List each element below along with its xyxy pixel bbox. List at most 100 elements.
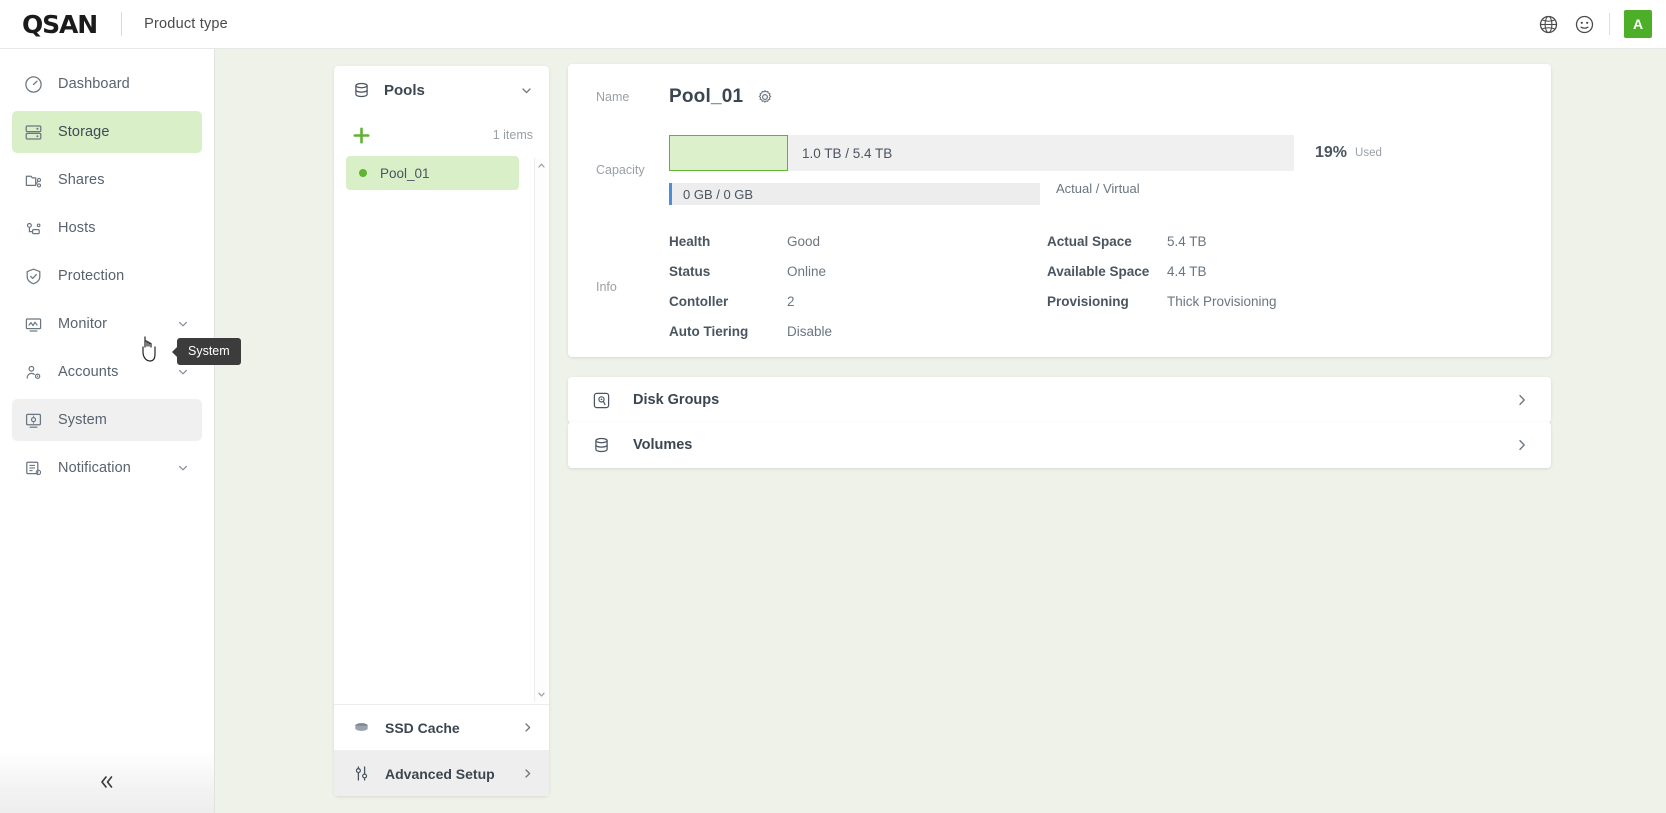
ssd-cache-row[interactable]: SSD Cache [334, 704, 549, 750]
qsan-logo: QSAN [22, 9, 98, 39]
disk-groups-section[interactable]: Disk Groups [568, 377, 1551, 423]
section-label: Disk Groups [633, 392, 720, 408]
list-item[interactable]: Pool_01 [346, 156, 519, 190]
name-label: Name [596, 90, 630, 104]
app-header: QSAN Product type A [0, 0, 1666, 49]
chevron-up-icon[interactable] [537, 158, 546, 173]
chevron-right-icon[interactable] [521, 721, 534, 734]
pools-items-count: 1 items [492, 128, 533, 142]
info-key: Health [669, 234, 711, 249]
info-value: Online [787, 264, 827, 279]
capacity-percent: 19% [1315, 144, 1348, 161]
tooltip-system: System [177, 338, 241, 365]
sidebar-nav: Dashboard Storage Shares Hosts Protectio… [0, 49, 214, 489]
panel-row-label: Advanced Setup [385, 765, 495, 782]
pools-scrollbar[interactable] [534, 158, 547, 702]
info-value: Thick Provisioning [1167, 294, 1277, 309]
pools-list: Pool_01 [334, 156, 549, 704]
sidebar-item-dashboard[interactable]: Dashboard [12, 63, 202, 105]
shield-check-icon [22, 265, 44, 287]
gauge-icon [22, 73, 44, 95]
pools-toolbar: 1 items [334, 114, 549, 156]
pool-detail-card: Name Pool_01 Capacity 1.0 TB / 5.4 TB 19… [568, 64, 1551, 357]
sidebar-item-shares[interactable]: Shares [12, 159, 202, 201]
sidebar-item-label: Dashboard [58, 76, 130, 92]
capacity-primary-line: 1.0 TB / 5.4 TB 19% Used [669, 135, 1382, 171]
pool-name: Pool_01 [380, 165, 430, 181]
sidebar-item-system[interactable]: System [12, 399, 202, 441]
chevron-down-icon[interactable] [537, 687, 546, 702]
status-dot [359, 169, 367, 177]
info-value: 4.4 TB [1167, 264, 1207, 279]
product-type-label: Product type [144, 16, 228, 32]
sidebar: Dashboard Storage Shares Hosts Protectio… [0, 49, 215, 813]
sidebar-item-label: System [58, 412, 107, 428]
sidebar-item-notification[interactable]: Notification [12, 447, 202, 489]
chevron-down-icon[interactable] [177, 318, 189, 330]
disk-group-icon [592, 391, 611, 410]
info-label: Info [596, 279, 617, 294]
header-separator [1609, 13, 1610, 35]
panel-row-label: SSD Cache [385, 719, 460, 736]
info-key: Auto Tiering [669, 324, 749, 339]
info-key: Actual Space [1047, 234, 1132, 249]
capacity-used-text: 1.0 TB / 5.4 TB [802, 145, 893, 161]
info-key: Provisioning [1047, 294, 1129, 309]
capacity-bar-virtual-marker [669, 183, 672, 205]
sidebar-collapse-button[interactable] [0, 751, 214, 813]
support-icon[interactable] [1573, 13, 1595, 35]
capacity-virtual-text: 0 GB / 0 GB [683, 186, 754, 202]
globe-icon[interactable] [1537, 13, 1559, 35]
page-title: Pool_01 [669, 86, 744, 107]
sidebar-item-hosts[interactable]: Hosts [12, 207, 202, 249]
sidebar-item-storage[interactable]: Storage [12, 111, 202, 153]
info-key: Status [669, 264, 711, 279]
sidebar-item-label: Storage [58, 124, 110, 140]
capacity-percent-sublabel: Used [1355, 147, 1382, 159]
advanced-setup-row[interactable]: Advanced Setup [334, 750, 549, 796]
sidebar-item-label: Protection [58, 268, 125, 284]
database-icon [352, 81, 371, 100]
capacity-bar-virtual: 0 GB / 0 GB [669, 183, 1040, 205]
chevron-down-icon[interactable] [177, 462, 189, 474]
ssd-cache-icon [352, 718, 371, 737]
notification-icon [22, 457, 44, 479]
user-gear-icon [22, 361, 44, 383]
volumes-section[interactable]: Volumes [568, 422, 1551, 468]
plus-icon[interactable] [350, 124, 372, 146]
info-row: Info Health Good Actual Space 5.4 TB Sta… [568, 205, 1551, 339]
info-value: 5.4 TB [1167, 234, 1207, 249]
hosts-icon [22, 217, 44, 239]
name-row: Name Pool_01 [568, 64, 1551, 108]
header-divider [121, 12, 123, 36]
pools-title: Pools [384, 81, 425, 99]
chevron-down-icon[interactable] [177, 366, 189, 378]
sidebar-item-label: Monitor [58, 316, 108, 332]
pools-header[interactable]: Pools [334, 66, 549, 114]
info-value: Good [787, 234, 821, 249]
chevron-right-icon[interactable] [1515, 438, 1529, 452]
chevron-right-icon[interactable] [521, 767, 534, 780]
info-key: Contoller [669, 294, 729, 309]
sidebar-item-label: Shares [58, 172, 105, 188]
capacity-label: Capacity [596, 163, 645, 177]
sidebar-item-label: Accounts [58, 364, 119, 380]
info-grid: Health Good Actual Space 5.4 TB Status O… [669, 234, 1277, 339]
avatar[interactable]: A [1624, 10, 1652, 38]
section-label: Volumes [633, 437, 693, 453]
sliders-icon [352, 764, 371, 783]
sidebar-item-label: Notification [58, 460, 131, 476]
pools-panel: Pools 1 items Pool_01 SSD Cache Advanced… [334, 66, 549, 796]
monitor-icon [22, 313, 44, 335]
server-icon [22, 121, 44, 143]
gear-icon[interactable] [757, 89, 773, 105]
double-chevron-left-icon [97, 774, 117, 790]
capacity-bars: 1.0 TB / 5.4 TB 19% Used 0 GB / 0 GB Act… [669, 135, 1382, 205]
capacity-row: Capacity 1.0 TB / 5.4 TB 19% Used 0 GB /… [568, 108, 1551, 205]
sidebar-item-protection[interactable]: Protection [12, 255, 202, 297]
chevron-down-icon[interactable] [520, 84, 533, 97]
info-key: Available Space [1047, 264, 1150, 279]
chevron-right-icon[interactable] [1515, 393, 1529, 407]
info-value: 2 [787, 294, 795, 309]
sidebar-item-monitor[interactable]: Monitor [12, 303, 202, 345]
